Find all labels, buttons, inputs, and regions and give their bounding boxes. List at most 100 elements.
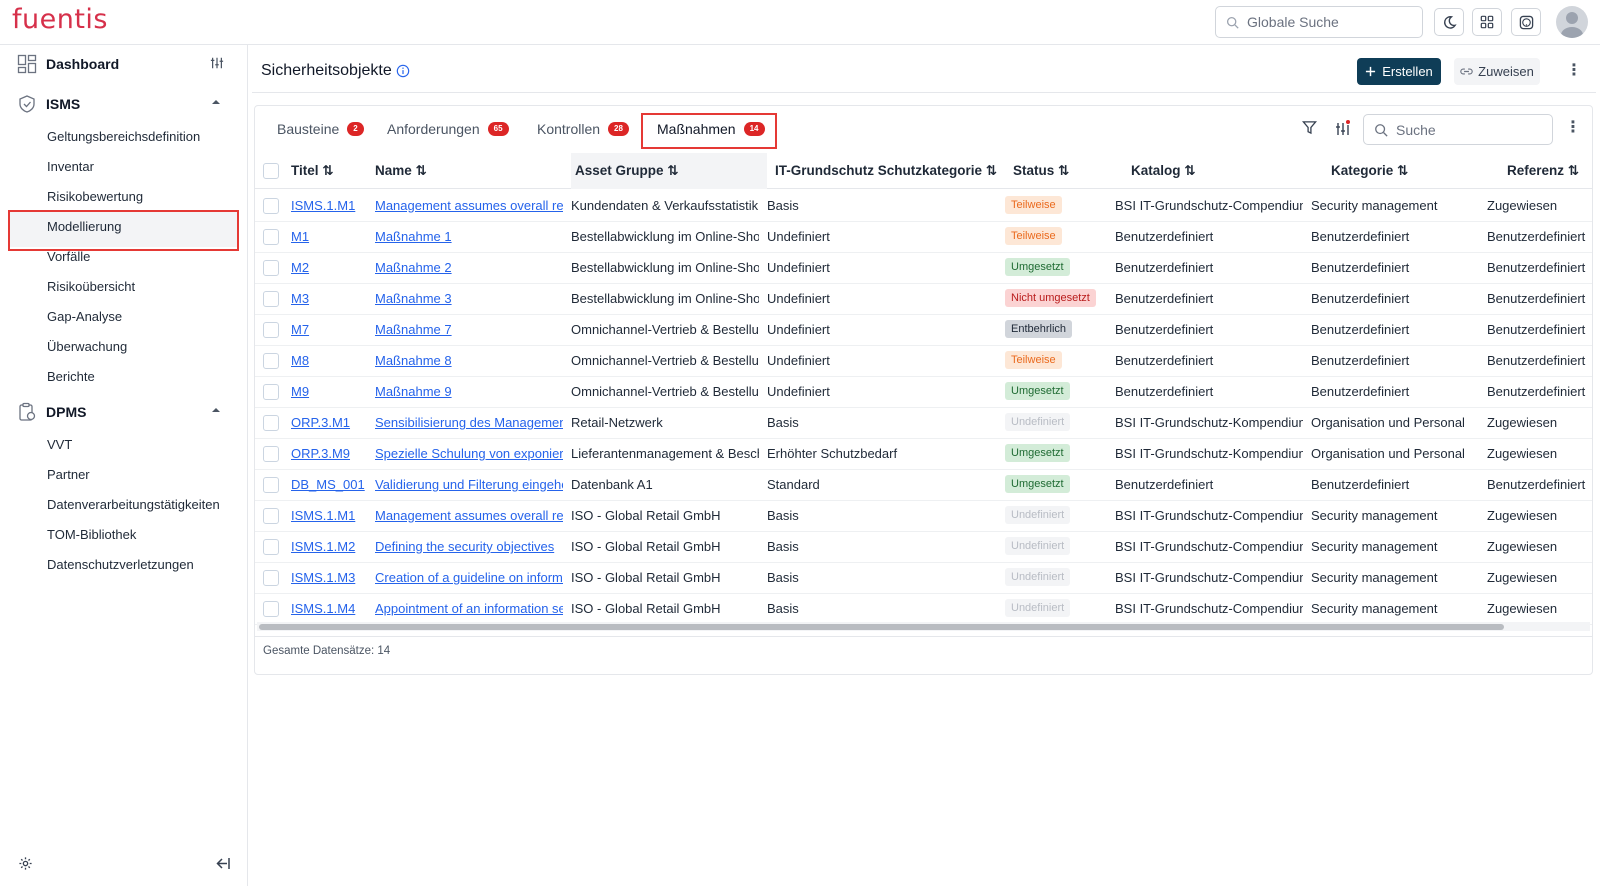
tab-bausteine[interactable]: Bausteine 2 — [277, 114, 364, 144]
tab-massnahmen[interactable]: Maßnahmen 14 — [657, 114, 765, 144]
sidebar-item-vorfaelle[interactable]: Vorfälle — [47, 249, 90, 264]
tab-anforderungen[interactable]: Anforderungen 65 — [387, 114, 509, 144]
sliders-icon[interactable] — [210, 56, 224, 70]
sidebar-item-datenschutzverletzungen[interactable]: Datenschutzverletzungen — [47, 557, 194, 572]
sidebar-section-dpms[interactable]: DPMS — [0, 397, 248, 427]
apps-button[interactable] — [1472, 8, 1502, 36]
collapse-icon[interactable] — [216, 857, 230, 870]
column-header-name[interactable]: Name ⇅ — [375, 163, 427, 179]
cell-name-link[interactable]: Management assumes overall responsibilit… — [375, 508, 563, 523]
sidebar-item-partner[interactable]: Partner — [47, 467, 90, 482]
row-checkbox[interactable] — [263, 322, 279, 338]
gear-icon[interactable] — [18, 856, 33, 871]
row-checkbox[interactable] — [263, 384, 279, 400]
row-checkbox[interactable] — [263, 570, 279, 586]
create-button[interactable]: Erstellen — [1357, 58, 1441, 85]
info-icon[interactable] — [396, 64, 410, 78]
sidebar-dashboard[interactable]: Dashboard — [0, 49, 248, 79]
cell-name-link[interactable]: Validierung und Filterung eingehender Da… — [375, 477, 563, 492]
cell-titel-link[interactable]: ISMS.1.M4 — [291, 601, 367, 616]
table-row[interactable]: M8 Maßnahme 8 Omnichannel-Vertrieb & Beste… — [255, 345, 1592, 377]
global-search[interactable] — [1215, 6, 1423, 38]
cell-name-link[interactable]: Maßnahme 9 — [375, 384, 563, 399]
row-checkbox[interactable] — [263, 415, 279, 431]
dark-mode-button[interactable] — [1434, 8, 1464, 36]
column-header-status[interactable]: Status ⇅ — [1013, 163, 1069, 179]
table-row[interactable]: ISMS.1.M1 Management assumes overall resp… — [255, 500, 1592, 532]
cell-name-link[interactable]: Maßnahme 1 — [375, 229, 563, 244]
table-row[interactable]: ISMS.1.M2 Defining the security objective… — [255, 531, 1592, 563]
row-checkbox[interactable] — [263, 539, 279, 555]
row-checkbox[interactable] — [263, 508, 279, 524]
row-checkbox[interactable] — [263, 260, 279, 276]
horizontal-scrollbar-thumb[interactable] — [259, 624, 1504, 630]
row-checkbox[interactable] — [263, 229, 279, 245]
app-logo[interactable]: fuentis — [12, 4, 108, 35]
cell-titel-link[interactable]: M3 — [291, 291, 367, 306]
cell-titel-link[interactable]: ISMS.1.M1 — [291, 198, 367, 213]
chevron-up-icon[interactable] — [210, 404, 222, 416]
cell-name-link[interactable]: Appointment of an information security o… — [375, 601, 563, 616]
cell-name-link[interactable]: Creation of a guideline on information s… — [375, 570, 563, 585]
row-checkbox[interactable] — [263, 446, 279, 462]
table-row[interactable]: ISMS.1.M3 Creation of a guideline on info… — [255, 562, 1592, 594]
cell-name-link[interactable]: Sensibilisierung des Managements — [375, 415, 563, 430]
sidebar-item-vvt[interactable]: VVT — [47, 437, 72, 452]
row-checkbox[interactable] — [263, 291, 279, 307]
column-header-referenz[interactable]: Referenz ⇅ — [1507, 163, 1579, 179]
row-checkbox[interactable] — [263, 477, 279, 493]
table-search-input[interactable] — [1396, 121, 1536, 138]
sidebar-item-datenverarbeitungstaetigkeiten[interactable]: Datenverarbeitungstätigkeiten — [47, 497, 220, 512]
row-checkbox[interactable] — [263, 353, 279, 369]
column-header-katalog[interactable]: Katalog ⇅ — [1131, 163, 1196, 179]
sidebar-item-geltungsbereichsdefinition[interactable]: Geltungsbereichsdefinition — [47, 129, 200, 144]
filter-icon[interactable] — [1302, 120, 1317, 135]
cell-titel-link[interactable]: ISMS.1.M1 — [291, 508, 367, 523]
table-row[interactable]: ORP.3.M1 Sensibilisierung des Managements… — [255, 407, 1592, 439]
sort-icon[interactable]: ⇅ — [1397, 163, 1408, 178]
cell-name-link[interactable]: Maßnahme 2 — [375, 260, 563, 275]
tab-kontrollen[interactable]: Kontrollen 28 — [537, 114, 629, 144]
column-header-schutzkategorie[interactable]: IT-Grundschutz Schutzkategorie ⇅ — [775, 163, 997, 179]
cell-titel-link[interactable]: M9 — [291, 384, 367, 399]
cell-name-link[interactable]: Maßnahme 8 — [375, 353, 563, 368]
sort-icon[interactable]: ⇅ — [416, 163, 427, 178]
cell-titel-link[interactable]: M7 — [291, 322, 367, 337]
cell-titel-link[interactable]: M8 — [291, 353, 367, 368]
table-row[interactable]: DB_MS_001 Validierung und Filterung einge… — [255, 469, 1592, 501]
table-row[interactable]: M1 Maßnahme 1 Bestellabwicklung im Online-… — [255, 221, 1592, 253]
sidebar-item-modellierung[interactable]: Modellierung — [47, 219, 121, 234]
sidebar-item-tom-bibliothek[interactable]: TOM-Bibliothek — [47, 527, 136, 542]
sidebar-item-inventar[interactable]: Inventar — [47, 159, 94, 174]
table-row[interactable]: M9 Maßnahme 9 Omnichannel-Vertrieb & Beste… — [255, 376, 1592, 408]
cell-titel-link[interactable]: ISMS.1.M3 — [291, 570, 367, 585]
table-row[interactable]: ISMS.1.M4 Appointment of an information s… — [255, 593, 1592, 625]
table-row[interactable]: M2 Maßnahme 2 Bestellabwicklung im Online-… — [255, 252, 1592, 284]
help-button[interactable] — [1511, 8, 1541, 36]
column-header-asset-gruppe[interactable]: Asset Gruppe ⇅ — [575, 163, 679, 179]
sidebar-item-ueberwachung[interactable]: Überwachung — [47, 339, 127, 354]
cell-titel-link[interactable]: ISMS.1.M2 — [291, 539, 367, 554]
cell-name-link[interactable]: Spezielle Schulung von exponierten Perso… — [375, 446, 563, 461]
global-search-input[interactable] — [1247, 14, 1407, 30]
cell-name-link[interactable]: Maßnahme 7 — [375, 322, 563, 337]
page-kebab-icon[interactable]: ⋮ — [1566, 60, 1582, 80]
column-settings-icon[interactable] — [1335, 120, 1351, 136]
sort-icon[interactable]: ⇅ — [1058, 163, 1069, 178]
sidebar-section-isms[interactable]: ISMS — [0, 89, 248, 119]
sort-icon[interactable]: ⇅ — [322, 163, 333, 178]
cell-name-link[interactable]: Defining the security objectives — [375, 539, 563, 554]
chevron-up-icon[interactable] — [210, 96, 222, 108]
sort-icon[interactable]: ⇅ — [1184, 163, 1195, 178]
select-all-checkbox[interactable] — [263, 163, 279, 179]
user-avatar[interactable] — [1556, 6, 1588, 38]
cell-name-link[interactable]: Maßnahme 3 — [375, 291, 563, 306]
table-row[interactable]: ISMS.1.M1 Management assumes overall resp… — [255, 190, 1592, 222]
sidebar-item-risikouebersicht[interactable]: Risikoübersicht — [47, 279, 135, 294]
cell-name-link[interactable]: Management assumes overall responsibilit… — [375, 198, 563, 213]
cell-titel-link[interactable]: M1 — [291, 229, 367, 244]
cell-titel-link[interactable]: DB_MS_001 — [291, 477, 367, 492]
row-checkbox[interactable] — [263, 198, 279, 214]
cell-titel-link[interactable]: ORP.3.M1 — [291, 415, 367, 430]
sort-icon[interactable]: ⇅ — [986, 163, 997, 178]
